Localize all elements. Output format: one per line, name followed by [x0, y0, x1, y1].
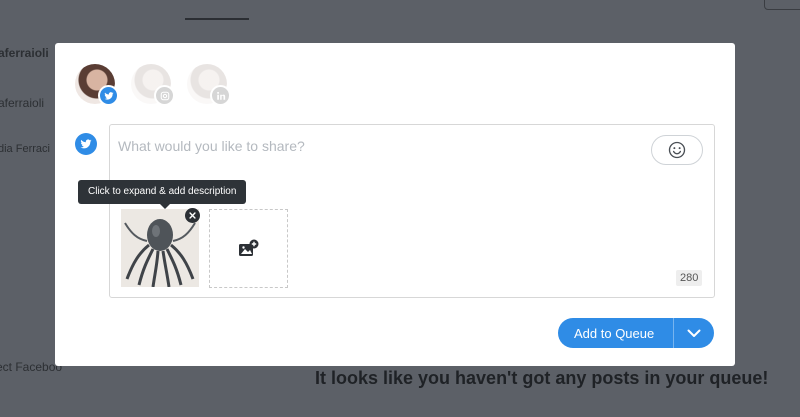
add-to-queue-label: Add to Queue: [574, 325, 655, 341]
media-tooltip: Click to expand & add description: [78, 180, 247, 204]
emoji-icon: [668, 141, 686, 159]
background-profile-name: aferraioli: [0, 46, 49, 60]
add-media-button[interactable]: [209, 209, 288, 288]
post-composer: Click to expand & add description: [78, 124, 715, 298]
emoji-button[interactable]: [651, 135, 703, 165]
chevron-down-icon: [687, 329, 701, 337]
composer-modal: Click to expand & add description: [55, 43, 735, 366]
profile-avatar-twitter[interactable]: [75, 64, 119, 106]
queue-options-dropdown[interactable]: [674, 318, 714, 348]
character-counter: 280: [676, 270, 703, 286]
profile-avatar-linkedin[interactable]: [187, 64, 231, 106]
add-image-icon: [238, 239, 258, 256]
background-connect-facebook: ect Faceboo: [0, 360, 63, 374]
profile-selector: [75, 64, 231, 106]
background-corner-button: [764, 0, 800, 10]
background-profile-handle: aferraioli: [0, 96, 45, 110]
remove-media-button[interactable]: [185, 208, 200, 223]
background-empty-queue-message: It looks like you haven't got any posts …: [315, 368, 769, 388]
twitter-icon: [75, 133, 97, 155]
close-icon: [189, 212, 196, 219]
background-tab-underline: [185, 18, 249, 20]
profile-avatar-instagram[interactable]: [131, 64, 175, 106]
twitter-icon: [98, 85, 119, 106]
linkedin-icon: [210, 85, 231, 106]
instagram-icon: [154, 85, 175, 106]
background-profile-fullname: dia Ferraci: [0, 143, 50, 155]
post-text-input[interactable]: [118, 136, 638, 156]
add-to-queue-button[interactable]: Add to Queue: [558, 318, 714, 348]
